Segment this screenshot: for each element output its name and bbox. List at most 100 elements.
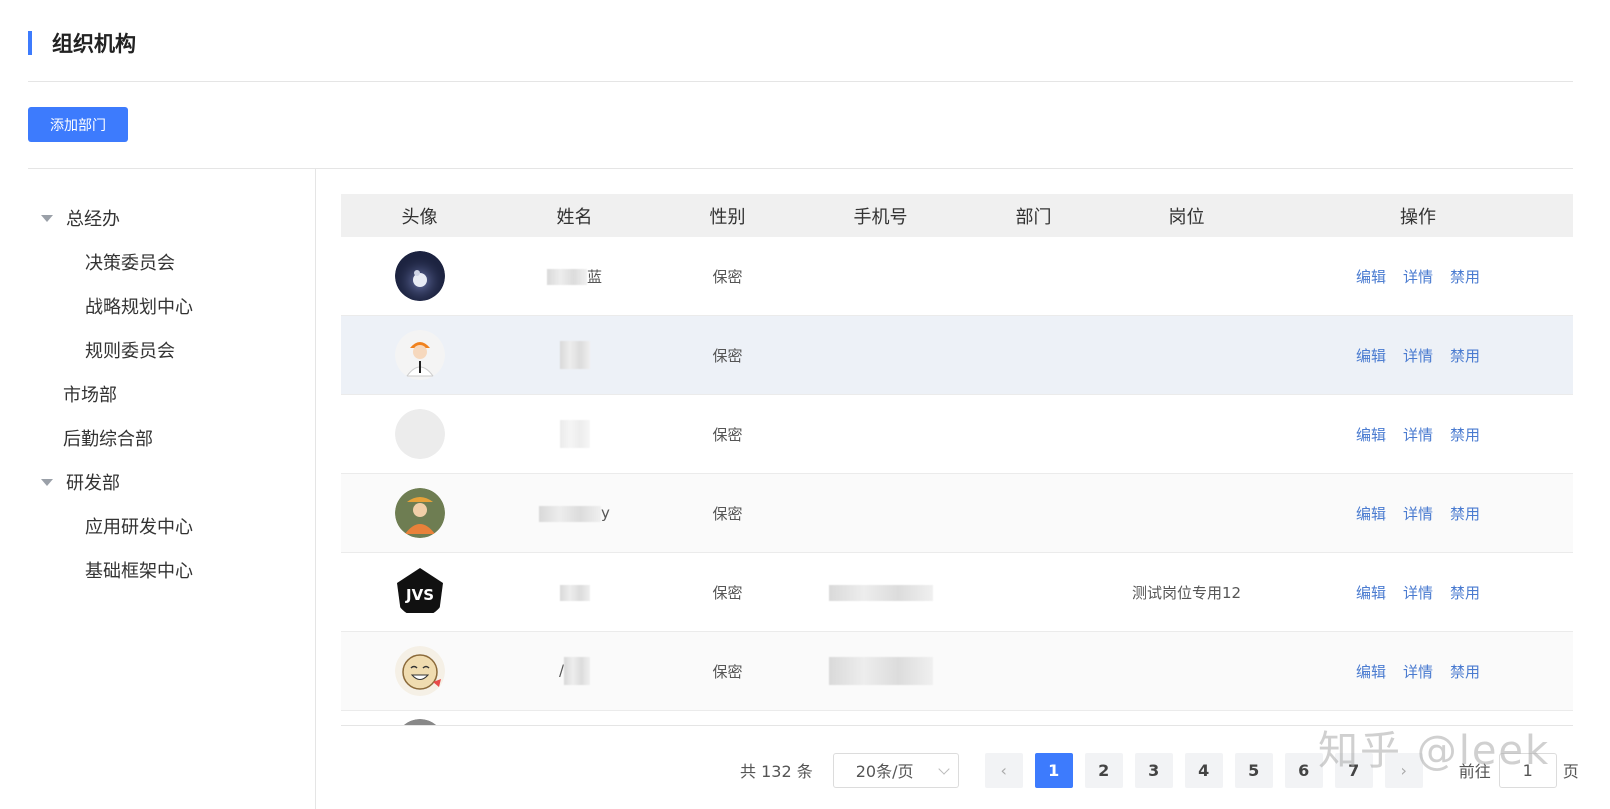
page-button-4[interactable]: 4 [1184,752,1223,788]
disable-link[interactable]: 禁用 [1450,424,1480,445]
row-actions: 编辑 详情 禁用 [1263,266,1573,287]
detail-link[interactable]: 详情 [1403,503,1433,524]
total-count: 共 132 条 [740,762,813,781]
disable-link[interactable]: 禁用 [1450,661,1480,682]
moon-avatar [394,251,445,301]
redacted-name [559,584,590,601]
detail-link[interactable]: 详情 [1403,424,1433,445]
page-title: 组织机构 [52,32,136,56]
gender-cell: 保密 [712,583,743,602]
tree-node-label: 规则委员会 [85,341,175,362]
tree-node-jichu[interactable]: 基础框架中心 [28,548,308,592]
edit-link[interactable]: 编辑 [1356,503,1386,524]
tree-node-yingyong[interactable]: 应用研发中心 [28,504,308,548]
column-header-name: 姓名 [556,206,593,228]
page-button-3[interactable]: 3 [1134,752,1173,788]
department-tree: 总经办 决策委员会 战略规划中心 规则委员会 市场部 后勤综合部 研发部 应用研… [28,196,308,592]
detail-link[interactable]: 详情 [1403,345,1433,366]
redacted-name [559,420,590,448]
redacted-name [539,505,602,522]
tree-node-label: 总经办 [66,209,120,230]
redacted-name [546,269,587,285]
edit-link[interactable]: 编辑 [1356,661,1386,682]
caret-down-icon[interactable] [41,478,53,486]
page-header: 组织机构 [28,28,136,58]
column-header-actions: 操作 [1400,206,1436,228]
jvs-logo-text: JVS [405,586,434,604]
tree-node-juece[interactable]: 决策委员会 [28,240,308,284]
name-text: 蓝 [586,267,602,286]
column-header-avatar: 头像 [401,206,438,228]
tree-node-zongjingban[interactable]: 总经办 [28,196,308,240]
table-row: y 保密 编辑 详情 禁用 [341,474,1573,553]
edit-link[interactable]: 编辑 [1356,424,1386,445]
gender-cell: 保密 [712,504,743,523]
table-row: JVS 保密 测试岗位专用12 编辑 详情 禁用 [341,553,1573,632]
disable-link[interactable]: 禁用 [1450,582,1480,603]
edit-link[interactable]: 编辑 [1356,345,1386,366]
detail-link[interactable]: 详情 [1403,266,1433,287]
photo-avatar [394,488,445,538]
blank-avatar [394,409,445,459]
row-actions: 编辑 详情 禁用 [1263,582,1573,603]
disable-link[interactable]: 禁用 [1450,503,1480,524]
avatar [402,718,437,725]
table-row: 保密 编辑 详情 禁用 [341,316,1573,395]
tree-node-label: 战略规划中心 [85,297,193,318]
column-header-dept: 部门 [1015,206,1052,228]
tree-node-yanfa[interactable]: 研发部 [28,460,308,504]
title-accent-bar [28,31,32,55]
tree-node-label: 后勤综合部 [63,429,153,450]
edit-link[interactable]: 编辑 [1356,266,1386,287]
post-cell: 测试岗位专用12 [1131,583,1242,602]
member-table: 头像 姓名 性别 手机号 部门 岗位 操作 蓝 保密 编辑 详情 禁用 保密 编… [341,194,1573,726]
tree-node-label: 决策委员会 [85,253,175,274]
header-divider [28,81,1573,82]
detail-link[interactable]: 详情 [1403,582,1433,603]
gender-cell: 保密 [712,425,743,444]
tree-node-label: 市场部 [63,385,117,406]
column-header-post: 岗位 [1168,206,1205,228]
gender-cell: 保密 [712,267,743,286]
tree-node-label: 应用研发中心 [85,517,193,538]
tree-node-label: 研发部 [66,473,120,494]
page-button-2[interactable]: 2 [1084,752,1123,788]
row-actions: 编辑 详情 禁用 [1263,503,1573,524]
disable-link[interactable]: 禁用 [1450,266,1480,287]
cartoon-avatar [394,646,445,696]
row-actions: 编辑 详情 禁用 [1263,661,1573,682]
table-header: 头像 姓名 性别 手机号 部门 岗位 操作 [341,194,1573,237]
tree-node-label: 基础框架中心 [85,561,193,582]
prev-page-button[interactable]: ‹ [984,752,1023,788]
tree-node-shichang[interactable]: 市场部 [28,372,308,416]
tree-node-houqin[interactable]: 后勤综合部 [28,416,308,460]
goto-suffix: 页 [1562,762,1579,781]
table-row: 保密 编辑 详情 禁用 [341,395,1573,474]
redacted-name [559,341,590,369]
tree-node-zhanlue[interactable]: 战略规划中心 [28,284,308,328]
table-row: 蓝 保密 编辑 详情 禁用 [341,237,1573,316]
page-size-select[interactable]: 20条/页 [832,752,959,788]
watermark: 知乎 @leek [1318,728,1551,774]
row-actions: 编辑 详情 禁用 [1263,424,1573,445]
page-button-1[interactable]: 1 [1034,752,1073,788]
tree-node-guize[interactable]: 规则委员会 [28,328,308,372]
caret-down-icon[interactable] [41,214,53,222]
gender-cell: 保密 [712,662,743,681]
gender-cell: 保密 [712,346,743,365]
disable-link[interactable]: 禁用 [1450,345,1480,366]
detail-link[interactable]: 详情 [1403,661,1433,682]
redacted-phone [828,657,933,685]
worker-avatar [394,330,445,380]
tree-table-divider [315,168,316,809]
page-size-value: 20条/页 [855,762,914,781]
redacted-name [564,657,591,685]
edit-link[interactable]: 编辑 [1356,582,1386,603]
toolbar-divider [28,168,1573,169]
jvs-avatar: JVS [396,568,443,613]
chevron-down-icon [938,762,950,775]
add-department-button[interactable]: 添加部门 [28,107,128,142]
page-button-5[interactable]: 5 [1234,752,1273,788]
redacted-phone [828,584,933,601]
column-header-phone: 手机号 [853,206,908,228]
